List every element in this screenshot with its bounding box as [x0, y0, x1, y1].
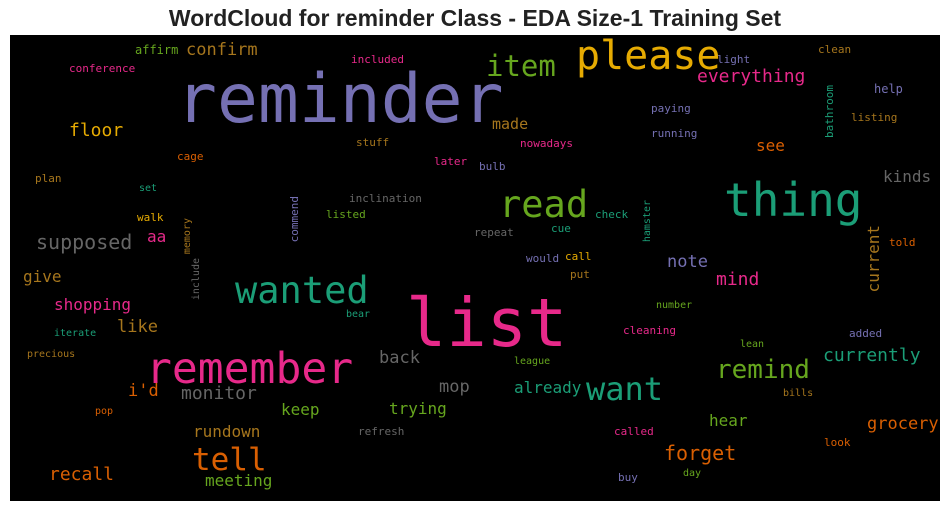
word: memory — [182, 218, 193, 255]
word: number — [656, 300, 693, 311]
word: bulb — [479, 160, 506, 173]
word: paying — [651, 102, 691, 115]
word: shopping — [54, 295, 132, 314]
word: included — [351, 53, 404, 66]
word: pop — [95, 406, 114, 417]
word: help — [874, 82, 903, 96]
word: refresh — [358, 425, 405, 438]
word: keep — [281, 400, 320, 419]
word: mind — [716, 269, 760, 290]
word: later — [434, 155, 468, 168]
word: repeat — [474, 226, 514, 239]
word: forget — [664, 441, 737, 465]
word: buy — [618, 471, 638, 484]
word: floor — [69, 120, 124, 141]
word: include — [191, 258, 202, 301]
word: conference — [69, 62, 136, 75]
word: everything — [697, 66, 806, 87]
word: i'd — [128, 381, 159, 401]
word: kinds — [883, 167, 932, 186]
word: running — [651, 127, 698, 140]
word: called — [614, 425, 654, 438]
word: light — [717, 53, 751, 66]
word: clean — [818, 43, 852, 56]
word: stuff — [356, 136, 390, 149]
word: aa — [147, 227, 167, 246]
word: walk — [137, 211, 164, 224]
word: told — [889, 236, 916, 249]
word: mop — [439, 377, 470, 397]
word: commend — [288, 196, 301, 243]
word: cleaning — [623, 324, 676, 337]
word: recall — [49, 464, 115, 485]
word: hear — [709, 411, 748, 430]
word: read — [499, 183, 589, 226]
word: wanted — [235, 269, 369, 312]
word: day — [683, 468, 702, 479]
word: check — [595, 208, 629, 221]
word: reminder — [176, 60, 504, 139]
word: precious — [27, 349, 76, 360]
word: nowadays — [520, 137, 573, 150]
word: list — [406, 284, 568, 362]
word: back — [379, 348, 420, 368]
word: current — [864, 225, 883, 293]
word: inclination — [349, 192, 422, 205]
word: made — [492, 115, 529, 133]
word: bathroom — [823, 85, 836, 138]
word: iterate — [54, 328, 97, 339]
word: put — [570, 268, 590, 281]
word: cue — [551, 222, 571, 235]
word: bills — [783, 388, 814, 399]
word: lean — [740, 339, 765, 350]
word: cage — [177, 150, 204, 163]
word: like — [117, 317, 158, 337]
word: added — [849, 327, 883, 340]
word: see — [756, 136, 785, 155]
word: give — [23, 267, 62, 286]
chart-title: WordCloud for reminder Class - EDA Size-… — [168, 5, 782, 31]
word: listing — [851, 111, 898, 124]
word: league — [514, 356, 551, 367]
word: bear — [346, 309, 371, 320]
word: meeting — [205, 471, 273, 490]
word: affirm — [135, 43, 179, 57]
word: grocery — [867, 414, 939, 434]
word: set — [139, 183, 158, 194]
word: currently — [823, 345, 921, 366]
word: thing — [724, 173, 863, 227]
word: rundown — [193, 422, 261, 441]
word: trying — [389, 399, 447, 418]
word: monitor — [181, 383, 257, 404]
word: remind — [716, 355, 810, 385]
word: plan — [35, 172, 62, 185]
word: note — [667, 252, 708, 272]
word: confirm — [186, 40, 258, 60]
word: call — [565, 250, 592, 263]
word: would — [526, 252, 560, 265]
word: want — [586, 370, 664, 408]
word: look — [824, 436, 851, 449]
word: item — [486, 49, 556, 83]
word: hamster — [642, 200, 653, 243]
word: listed — [326, 208, 366, 221]
word: already — [514, 378, 582, 397]
word: supposed — [36, 230, 133, 254]
